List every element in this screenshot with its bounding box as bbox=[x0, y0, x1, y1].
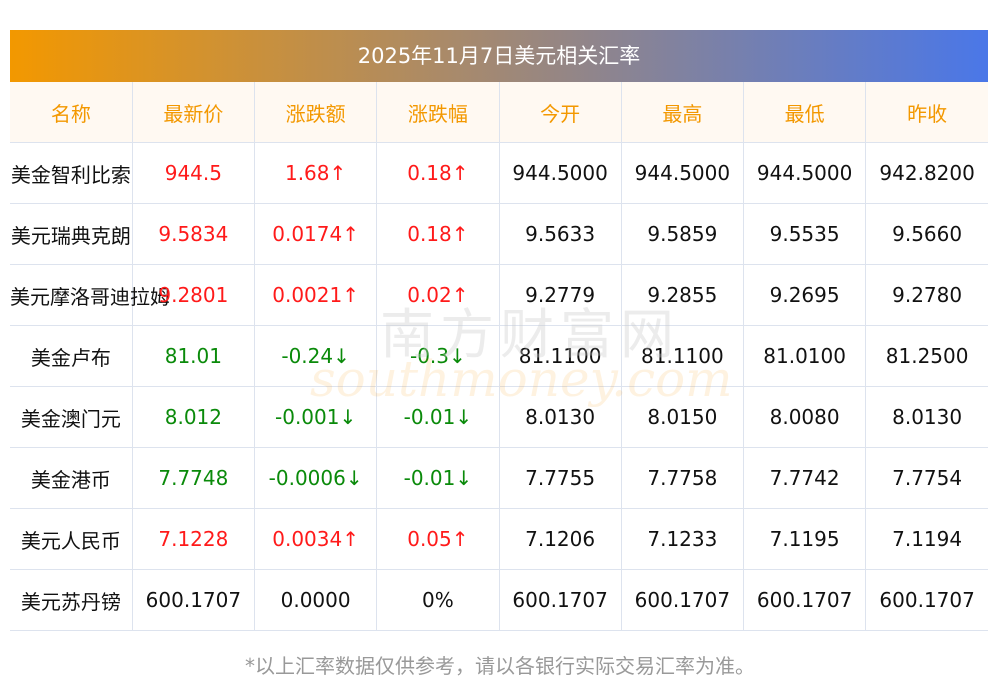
table-row: 美金卢布 81.01 -0.24↓ -0.3↓ 81.1100 81.1100 81.010… bbox=[10, 325, 988, 387]
change-amount: 0.0174↑ bbox=[253, 203, 378, 265]
open-price: 7.1206 bbox=[498, 508, 622, 570]
change-amount: 1.68↑ bbox=[253, 142, 378, 204]
disclaimer-note: *以上汇率数据仅供参考，请以各银行实际交易汇率为准。 bbox=[245, 654, 755, 678]
open-price: 944.5000 bbox=[498, 142, 622, 204]
currency-name: 美金港币 bbox=[10, 447, 133, 509]
change-percent: 0% bbox=[376, 569, 500, 631]
change-percent: 0.18↑ bbox=[376, 142, 500, 204]
prev-close: 942.8200 bbox=[865, 142, 988, 204]
high-price: 7.7758 bbox=[620, 447, 745, 509]
prev-close: 600.1707 bbox=[865, 569, 988, 631]
header-name: 名称 bbox=[10, 82, 133, 143]
change-amount: 0.0034↑ bbox=[253, 508, 378, 570]
currency-name: 美元摩洛哥迪拉姆 bbox=[10, 264, 170, 326]
low-price: 9.5535 bbox=[742, 203, 867, 265]
table-row: 美元苏丹镑 600.1707 0.0000 0% 600.1707 600.1707 600… bbox=[10, 569, 988, 631]
header-change: 涨跌额 bbox=[253, 82, 378, 143]
currency-name: 美金智利比索 bbox=[10, 142, 133, 204]
change-percent: 0.18↑ bbox=[376, 203, 500, 265]
low-price: 944.5000 bbox=[742, 142, 867, 204]
prev-close: 7.7754 bbox=[865, 447, 988, 509]
change-amount: -0.001↓ bbox=[253, 386, 378, 448]
header-low: 最低 bbox=[742, 82, 867, 143]
open-price: 9.2779 bbox=[498, 264, 622, 326]
high-price: 600.1707 bbox=[620, 569, 745, 631]
table-title: 2025年11月7日美元相关汇率 bbox=[10, 30, 988, 82]
currency-name: 美元人民币 bbox=[10, 508, 133, 570]
header-pct: 涨跌幅 bbox=[376, 82, 500, 143]
table-row: 美金港币 7.7748 -0.0006↓ -0.01↓ 7.7755 7.7758 7.77… bbox=[10, 447, 988, 509]
table-row: 美元摩洛哥迪拉姆 9.2801 0.0021↑ 0.02↑ 9.2779 9.2855 9.… bbox=[10, 264, 988, 326]
table-row: 美金智利比索 944.5 1.68↑ 0.18↑ 944.5000 944.5000 944… bbox=[10, 142, 988, 204]
latest-price: 8.012 bbox=[131, 386, 256, 448]
high-price: 9.2855 bbox=[620, 264, 745, 326]
table-header-row: 名称 最新价 涨跌额 涨跌幅 今开 最高 最低 昨收 bbox=[10, 82, 988, 143]
latest-price: 944.5 bbox=[131, 142, 256, 204]
change-percent: 0.05↑ bbox=[376, 508, 500, 570]
header-high: 最高 bbox=[620, 82, 745, 143]
open-price: 9.5633 bbox=[498, 203, 622, 265]
change-amount: -0.24↓ bbox=[253, 325, 378, 387]
high-price: 81.1100 bbox=[620, 325, 745, 387]
exchange-rate-table: 名称 最新价 涨跌额 涨跌幅 今开 最高 最低 昨收 美金智利比索 944.5 1.… bbox=[10, 82, 988, 631]
currency-name: 美金澳门元 bbox=[10, 386, 133, 448]
prev-close: 9.2780 bbox=[865, 264, 988, 326]
prev-close: 7.1194 bbox=[865, 508, 988, 570]
change-amount: 0.0021↑ bbox=[253, 264, 378, 326]
change-percent: -0.01↓ bbox=[376, 386, 500, 448]
header-open: 今开 bbox=[498, 82, 622, 143]
latest-price: 7.1228 bbox=[131, 508, 256, 570]
high-price: 9.5859 bbox=[620, 203, 745, 265]
high-price: 944.5000 bbox=[620, 142, 745, 204]
low-price: 7.7742 bbox=[742, 447, 867, 509]
low-price: 8.0080 bbox=[742, 386, 867, 448]
currency-name: 美金卢布 bbox=[10, 325, 133, 387]
low-price: 9.2695 bbox=[742, 264, 867, 326]
prev-close: 8.0130 bbox=[865, 386, 988, 448]
currency-name: 美元瑞典克朗 bbox=[10, 203, 133, 265]
low-price: 600.1707 bbox=[742, 569, 867, 631]
open-price: 600.1707 bbox=[498, 569, 622, 631]
prev-close: 81.2500 bbox=[865, 325, 988, 387]
table-row: 美元瑞典克朗 9.5834 0.0174↑ 0.18↑ 9.5633 9.5859 9.55… bbox=[10, 203, 988, 265]
change-amount: -0.0006↓ bbox=[253, 447, 378, 509]
low-price: 7.1195 bbox=[742, 508, 867, 570]
open-price: 81.1100 bbox=[498, 325, 622, 387]
header-latest: 最新价 bbox=[131, 82, 256, 143]
low-price: 81.0100 bbox=[742, 325, 867, 387]
open-price: 8.0130 bbox=[498, 386, 622, 448]
header-prev: 昨收 bbox=[865, 82, 988, 143]
high-price: 7.1233 bbox=[620, 508, 745, 570]
table-row: 美元人民币 7.1228 0.0034↑ 0.05↑ 7.1206 7.1233 7.119… bbox=[10, 508, 988, 570]
change-percent: 0.02↑ bbox=[376, 264, 500, 326]
high-price: 8.0150 bbox=[620, 386, 745, 448]
table-row: 美金澳门元 8.012 -0.001↓ -0.01↓ 8.0130 8.0150 8.008… bbox=[10, 386, 988, 448]
latest-price: 7.7748 bbox=[131, 447, 256, 509]
latest-price: 600.1707 bbox=[131, 569, 256, 631]
latest-price: 9.5834 bbox=[131, 203, 256, 265]
change-amount: 0.0000 bbox=[253, 569, 378, 631]
prev-close: 9.5660 bbox=[865, 203, 988, 265]
latest-price: 81.01 bbox=[131, 325, 256, 387]
change-percent: -0.3↓ bbox=[376, 325, 500, 387]
open-price: 7.7755 bbox=[498, 447, 622, 509]
currency-name: 美元苏丹镑 bbox=[10, 569, 133, 631]
change-percent: -0.01↓ bbox=[376, 447, 500, 509]
